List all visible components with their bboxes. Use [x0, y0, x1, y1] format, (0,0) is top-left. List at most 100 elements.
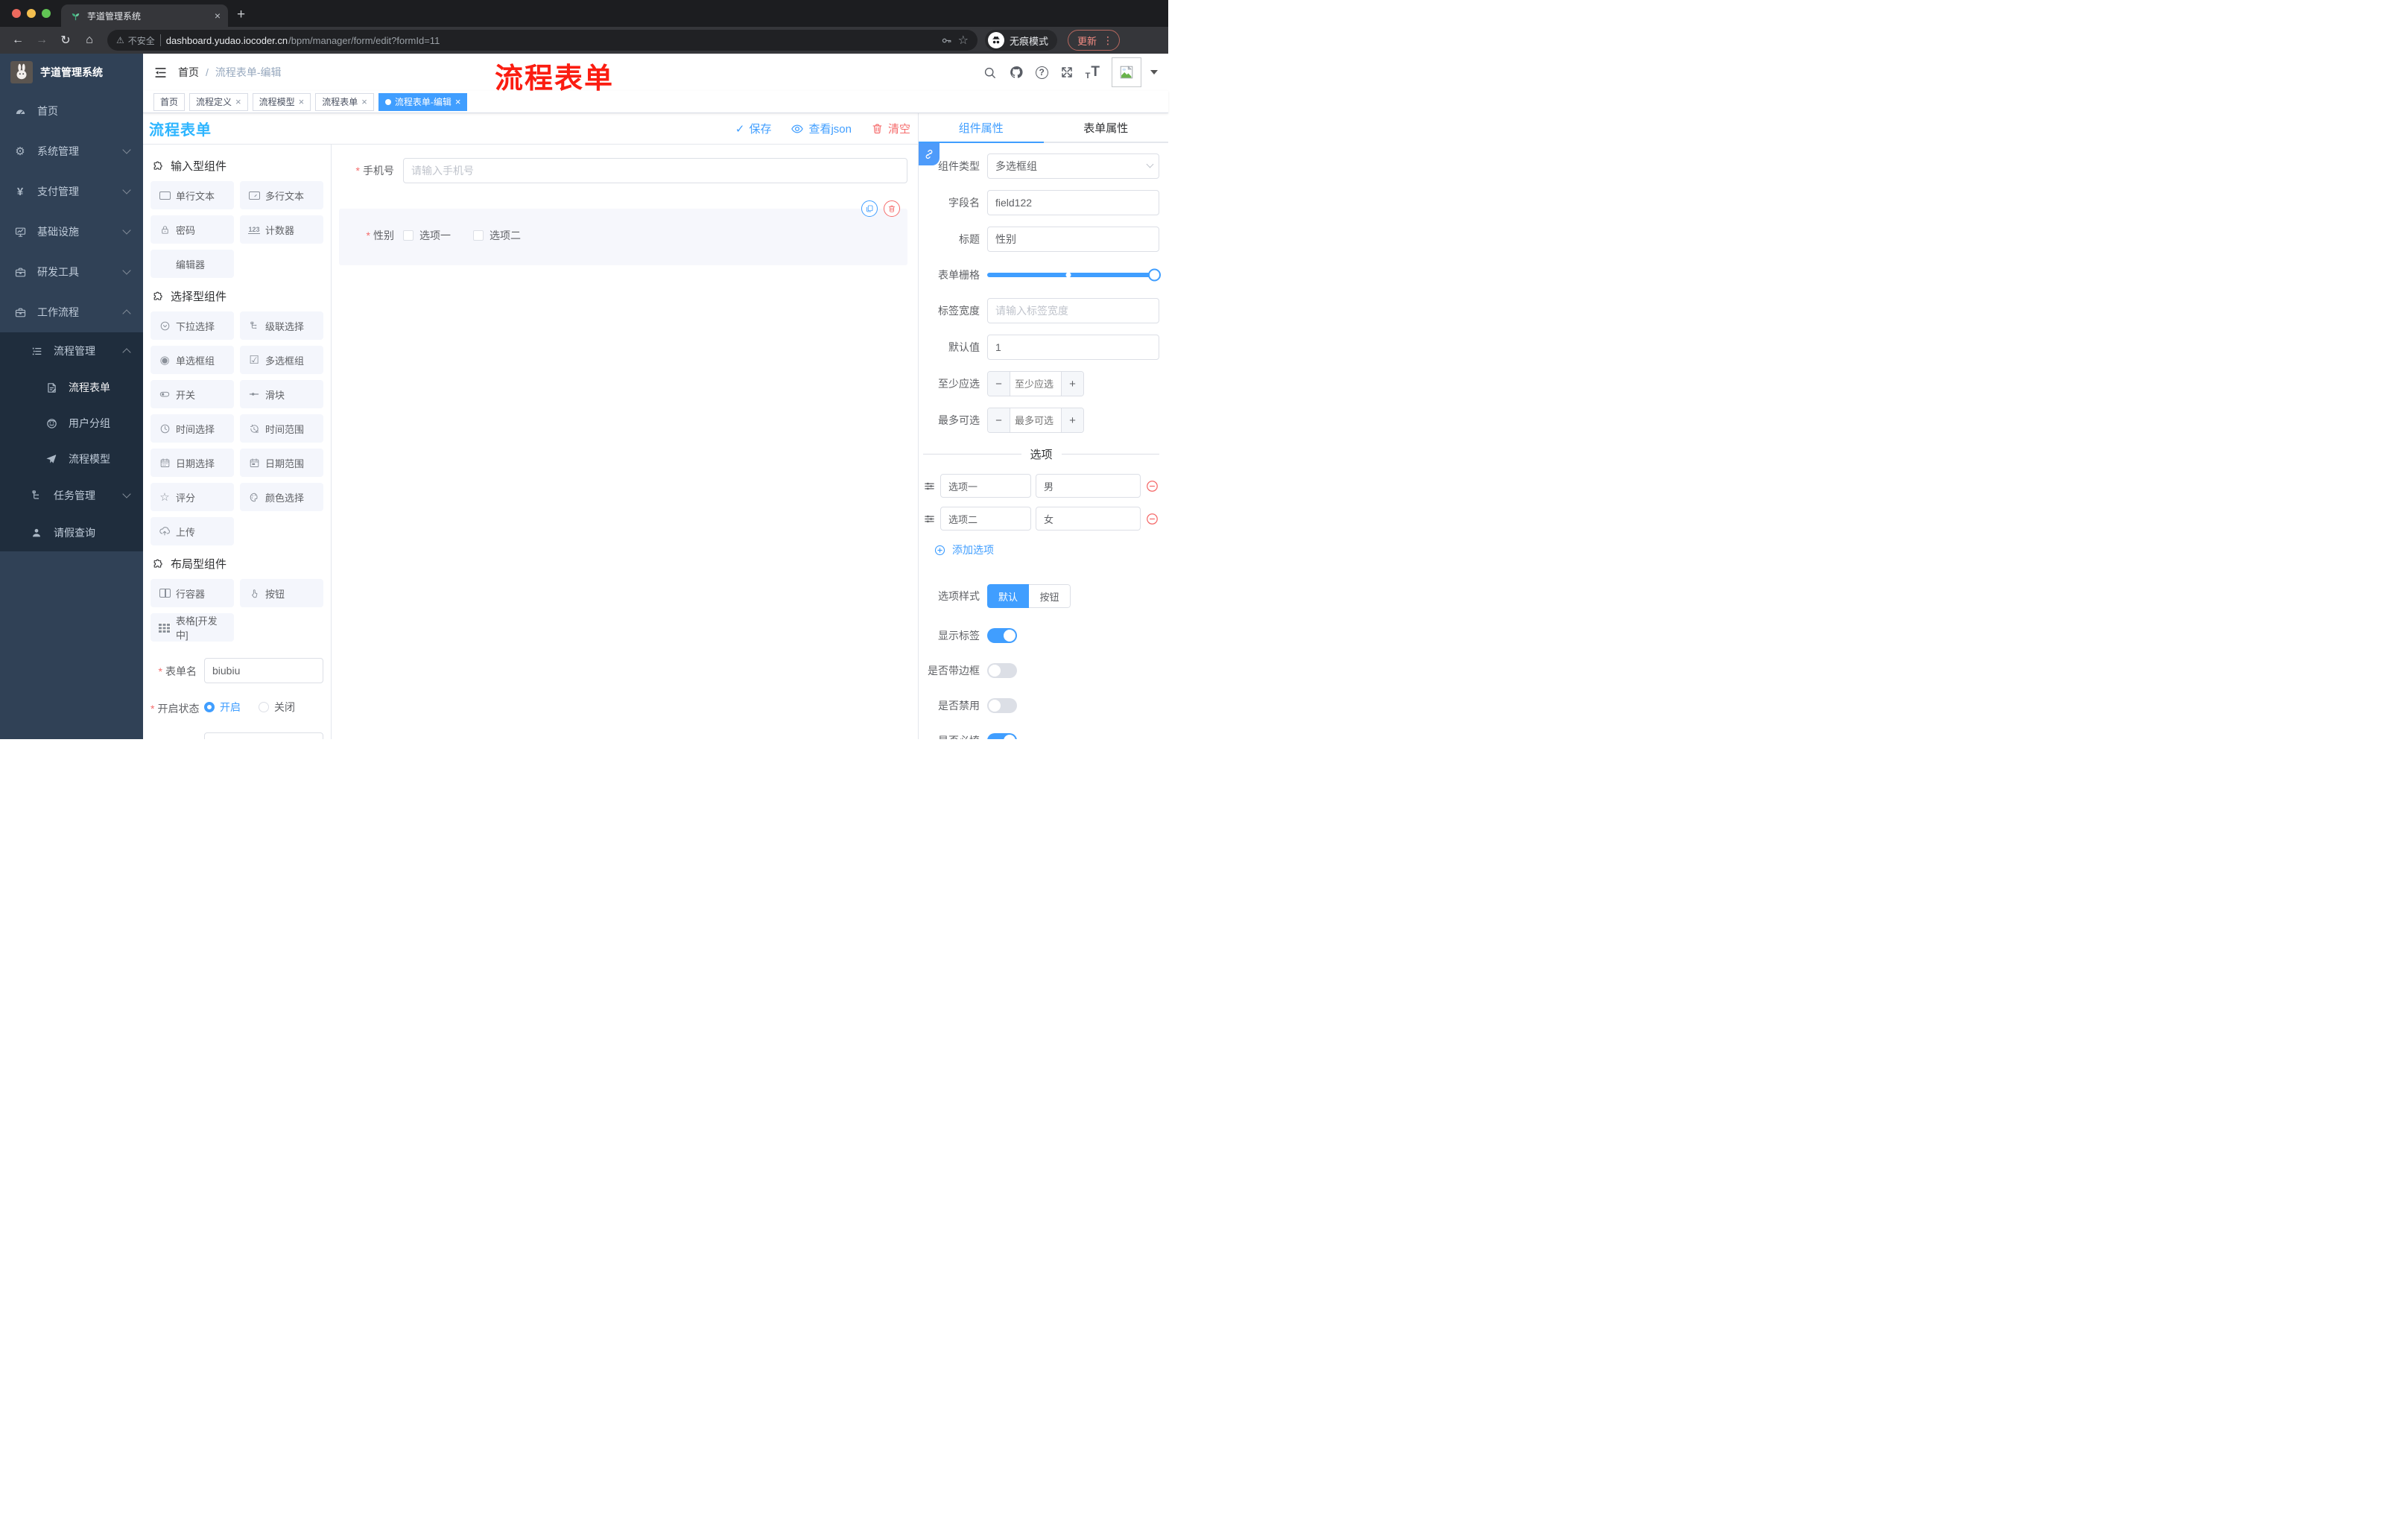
font-size-icon[interactable]: TT	[1086, 64, 1100, 80]
github-icon[interactable]	[1009, 65, 1024, 80]
window-close-button[interactable]	[12, 9, 21, 18]
component-editor[interactable]: 编辑器	[150, 250, 234, 278]
component-password[interactable]: 密码	[150, 215, 234, 244]
delete-component-button[interactable]	[884, 200, 900, 217]
component-button[interactable]: 按钮	[240, 579, 323, 607]
component-rate[interactable]: ☆ 评分	[150, 483, 234, 511]
forward-button[interactable]: →	[31, 30, 52, 51]
component-upload[interactable]: 上传	[150, 517, 234, 545]
password-key-icon[interactable]	[940, 34, 953, 47]
disabled-toggle[interactable]	[987, 698, 1017, 713]
tag-process-form-edit[interactable]: 流程表单-编辑 ×	[378, 92, 468, 111]
component-date-range[interactable]: 日期范围	[240, 449, 323, 477]
chrome-update-button[interactable]: 更新 ⋮	[1068, 30, 1121, 51]
home-button[interactable]: ⌂	[79, 30, 100, 51]
component-select[interactable]: 下拉选择	[150, 311, 234, 340]
sidebar-item-system[interactable]: ⚙ 系统管理	[0, 131, 143, 171]
form-name-input[interactable]	[204, 658, 323, 683]
grid-slider[interactable]	[987, 263, 1161, 287]
remove-option-button[interactable]	[1145, 512, 1159, 526]
field-name-input[interactable]	[987, 190, 1159, 215]
sidebar-item-home[interactable]: 首页	[0, 91, 143, 131]
url-bar[interactable]: ⚠ 不安全 dashboard.yudao.iocoder.cn/bpm/man…	[107, 30, 978, 51]
back-button[interactable]: ←	[7, 30, 28, 51]
title-input[interactable]	[987, 227, 1159, 252]
sidebar-item-user-group[interactable]: 用户分组	[0, 405, 143, 441]
bookmark-star-icon[interactable]: ☆	[958, 33, 969, 48]
browser-tab[interactable]: 芋道管理系统 ×	[61, 4, 228, 27]
minus-icon[interactable]: −	[988, 372, 1010, 396]
phone-input[interactable]	[403, 158, 907, 183]
component-single-line-text[interactable]: 单行文本	[150, 181, 234, 209]
component-radio-group[interactable]: ◉ 单选框组	[150, 346, 234, 374]
label-width-input[interactable]	[987, 298, 1159, 323]
tab-form-props[interactable]: 表单属性	[1044, 113, 1169, 142]
sidebar-item-payment[interactable]: ¥ 支付管理	[0, 171, 143, 212]
clear-button[interactable]: 清空	[871, 121, 910, 136]
component-cascader[interactable]: 级联选择	[240, 311, 323, 340]
component-row-container[interactable]: 行容器	[150, 579, 234, 607]
tag-process-model[interactable]: 流程模型 ×	[252, 92, 311, 111]
canvas-selected-component[interactable]: 性别 选项一 选项二	[339, 200, 907, 265]
window-zoom-button[interactable]	[42, 9, 51, 18]
sidebar-item-process-form[interactable]: 流程表单	[0, 370, 143, 405]
chrome-menu-icon[interactable]: ⋮	[1103, 34, 1113, 47]
status-on-radio[interactable]: 开启	[204, 700, 241, 715]
sidebar-item-process-model[interactable]: 流程模型	[0, 441, 143, 477]
min-select-input[interactable]	[1010, 372, 1061, 396]
style-button-button[interactable]: 按钮	[1029, 584, 1071, 608]
close-icon[interactable]: ×	[235, 96, 241, 107]
drag-handle-icon[interactable]	[923, 480, 936, 493]
component-counter[interactable]: 123 计数器	[240, 215, 323, 244]
component-type-select[interactable]	[987, 153, 1159, 179]
minus-icon[interactable]: −	[988, 408, 1010, 432]
option-2-value-input[interactable]	[1036, 507, 1141, 531]
component-date-picker[interactable]: 日期选择	[150, 449, 234, 477]
copy-component-button[interactable]	[861, 200, 878, 217]
gender-option-1-checkbox[interactable]: 选项一	[403, 228, 451, 243]
gender-option-2-checkbox[interactable]: 选项二	[473, 228, 521, 243]
reload-button[interactable]: ↻	[55, 30, 76, 51]
add-option-button[interactable]: 添加选项	[934, 542, 1159, 557]
component-slider[interactable]: 滑块	[240, 380, 323, 408]
component-table[interactable]: 表格[开发中]	[150, 613, 234, 642]
close-icon[interactable]: ×	[455, 96, 461, 107]
security-warning-icon[interactable]: ⚠ 不安全	[116, 34, 155, 47]
max-select-input[interactable]	[1010, 408, 1061, 432]
component-color-picker[interactable]: 颜色选择	[240, 483, 323, 511]
default-value-input[interactable]	[987, 335, 1159, 360]
drag-handle-icon[interactable]	[923, 513, 936, 525]
new-tab-button[interactable]: +	[237, 7, 245, 23]
save-button[interactable]: ✓ 保存	[735, 121, 772, 136]
component-time-picker[interactable]: 时间选择	[150, 414, 234, 443]
border-toggle[interactable]	[987, 663, 1017, 678]
close-icon[interactable]: ×	[361, 96, 367, 107]
help-icon[interactable]: ?	[1035, 66, 1048, 79]
sidebar-item-devtools[interactable]: 研发工具	[0, 252, 143, 292]
sidebar-item-task-mgmt[interactable]: 任务管理	[0, 477, 143, 514]
fullscreen-icon[interactable]	[1060, 66, 1074, 79]
slider-handle[interactable]	[1148, 268, 1161, 282]
component-checkbox-group[interactable]: ☑ 多选框组	[240, 346, 323, 374]
show-label-toggle[interactable]	[987, 628, 1017, 643]
option-1-value-input[interactable]	[1036, 474, 1141, 498]
required-toggle[interactable]	[987, 733, 1017, 739]
component-time-range[interactable]: 时间范围	[240, 414, 323, 443]
sidebar-item-process-mgmt[interactable]: 流程管理	[0, 332, 143, 370]
tag-home[interactable]: 首页	[153, 92, 186, 111]
option-1-name-input[interactable]	[940, 474, 1031, 498]
canvas-field-phone[interactable]: 手机号	[339, 158, 907, 183]
sidebar-item-infra[interactable]: 基础设施	[0, 212, 143, 252]
bind-link-icon[interactable]	[919, 143, 940, 165]
remove-option-button[interactable]	[1145, 479, 1159, 493]
style-default-button[interactable]: 默认	[987, 584, 1029, 608]
plus-icon[interactable]: +	[1061, 372, 1083, 396]
avatar[interactable]	[1112, 57, 1141, 87]
avatar-caret-icon[interactable]	[1150, 70, 1158, 75]
sidebar-item-leave-query[interactable]: 请假查询	[0, 514, 143, 551]
search-icon[interactable]	[983, 66, 997, 80]
view-json-button[interactable]: 查看json	[790, 121, 852, 136]
form-canvas[interactable]: 手机号 性别 选项一 选项二	[332, 145, 918, 739]
close-icon[interactable]: ×	[299, 96, 305, 107]
tab-component-props[interactable]: 组件属性	[919, 113, 1044, 143]
